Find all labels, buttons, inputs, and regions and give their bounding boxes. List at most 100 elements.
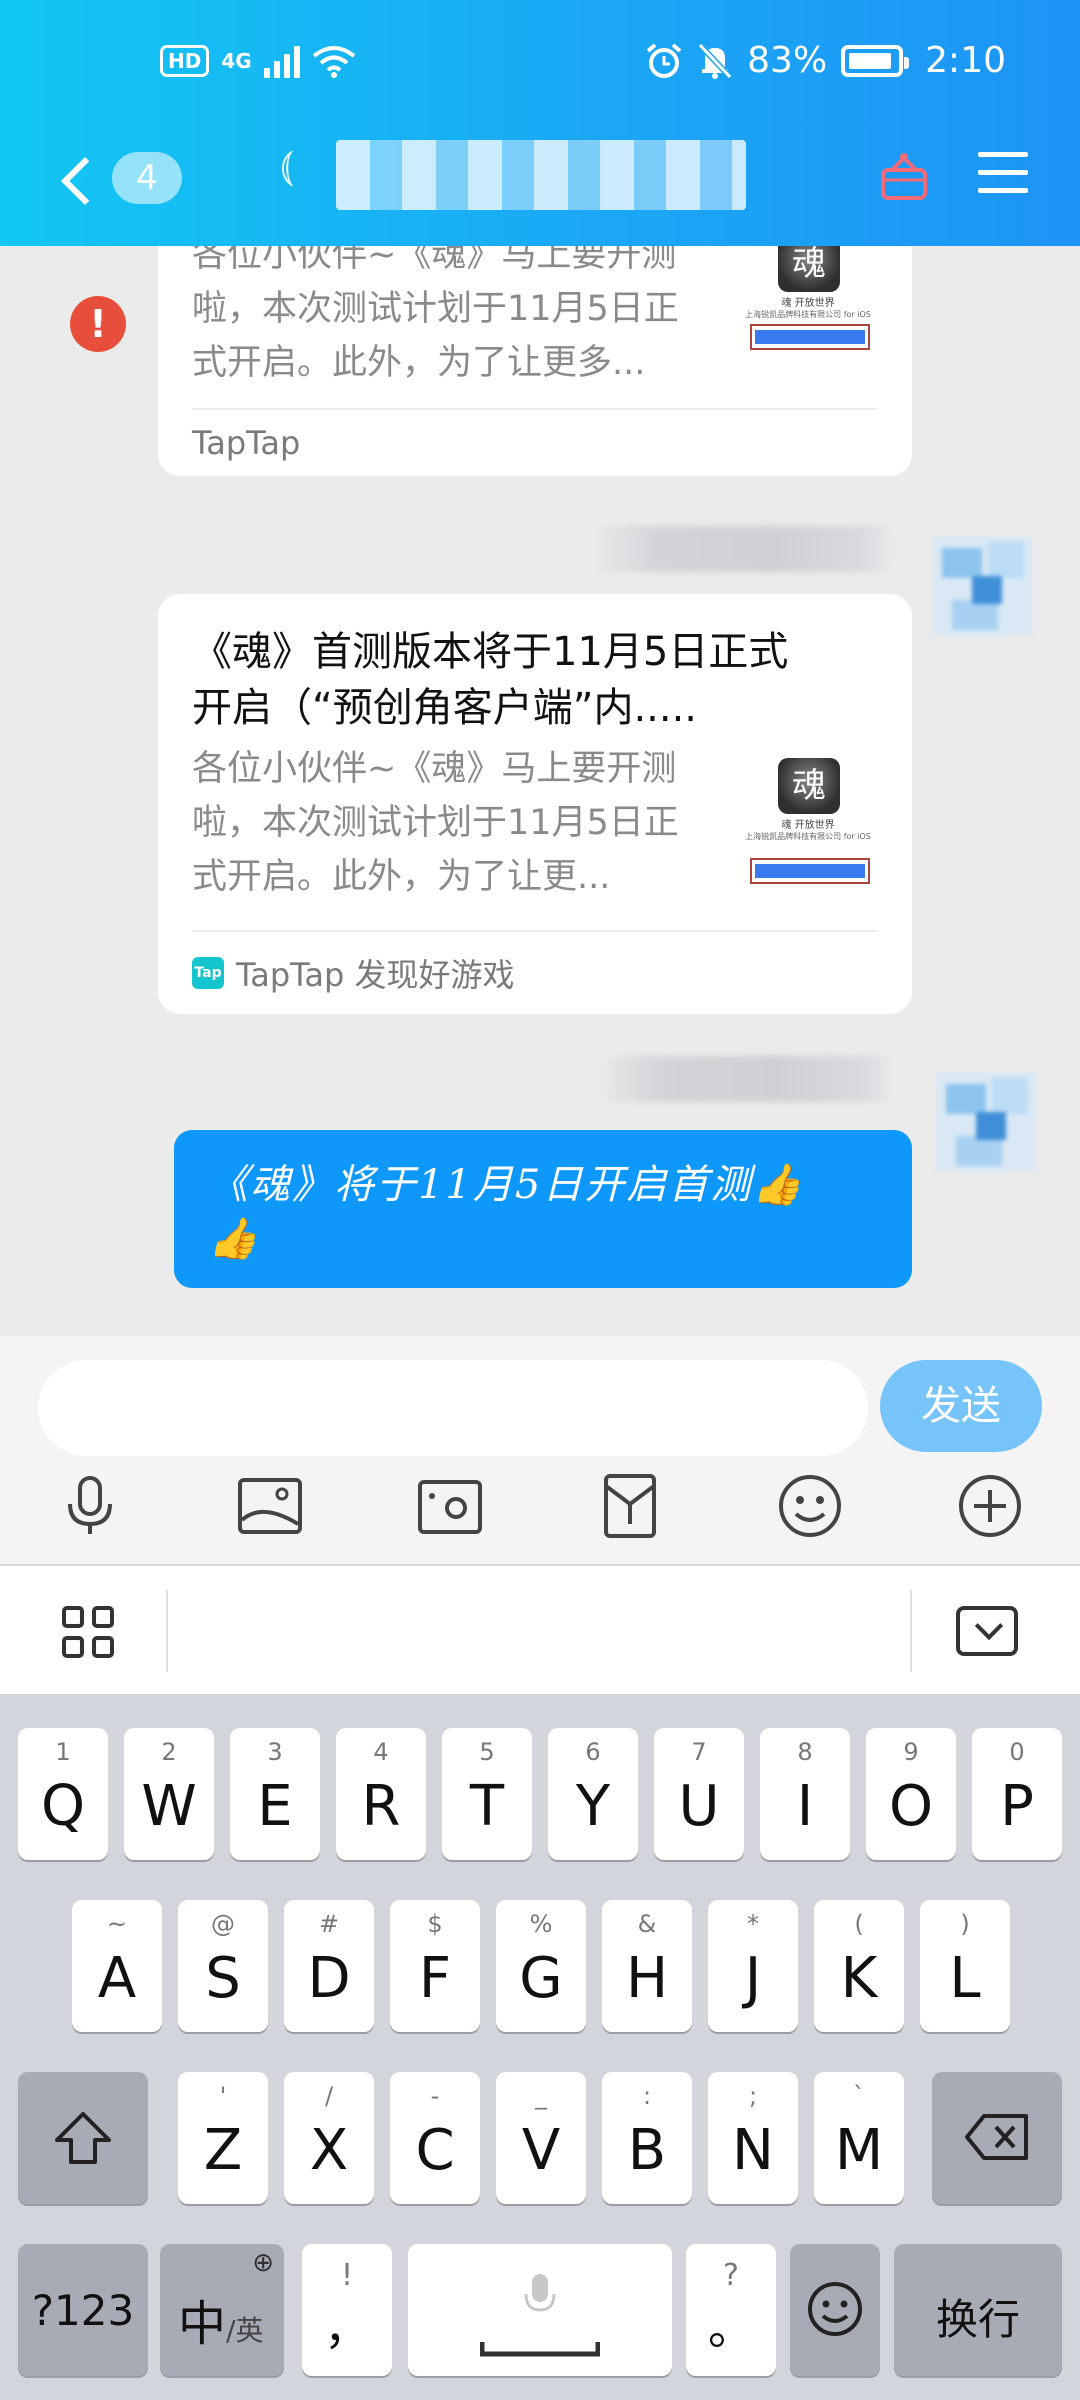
card-source-label: TapTap: [192, 424, 301, 462]
emoji-icon[interactable]: [776, 1472, 844, 1540]
send-failed-icon[interactable]: !: [70, 296, 126, 352]
microphone-icon[interactable]: [56, 1472, 124, 1540]
key-label: W: [141, 1774, 197, 1839]
alarm-icon: [646, 42, 682, 78]
camera-icon[interactable]: [416, 1472, 484, 1540]
key-e[interactable]: 3E: [230, 1728, 320, 1860]
backspace-key[interactable]: [932, 2072, 1062, 2204]
key-f[interactable]: $ F: [390, 1900, 480, 2032]
chat-title[interactable]: [336, 140, 746, 210]
key-label: Q: [40, 1774, 86, 1839]
avatar[interactable]: [932, 536, 1032, 636]
card-thumbnail: 魂 魂 开放世界 上海锐凯品牌科技有限公司 for iOS: [740, 246, 876, 352]
card-desc-line: 式开启。此外，为了让更多...: [192, 343, 646, 383]
key-t[interactable]: 5T: [442, 1728, 532, 1860]
key-sub-label: ': [219, 2082, 227, 2110]
lang-sub: /英: [226, 2314, 264, 2347]
plus-icon[interactable]: [956, 1472, 1024, 1540]
send-button[interactable]: 发送: [880, 1360, 1042, 1452]
my-message-bubble[interactable]: 《魂》将于11月5日开启首测👍 👍: [174, 1130, 912, 1288]
key-y[interactable]: 6Y: [548, 1728, 638, 1860]
key-w[interactable]: 2W: [124, 1728, 214, 1860]
image-icon[interactable]: [236, 1472, 304, 1540]
language-switch-key[interactable]: ⊕ 中/英: [160, 2244, 284, 2376]
game-logo: 魂: [778, 758, 840, 814]
key-n[interactable]: ; N: [708, 2072, 798, 2204]
gift-icon[interactable]: [880, 150, 928, 202]
key-sub-label: 7: [691, 1738, 707, 1766]
period-key[interactable]: ? 。: [686, 2244, 776, 2376]
red-packet-icon[interactable]: [596, 1472, 664, 1540]
key-sub-label: 4: [373, 1738, 389, 1766]
key-label: L: [949, 1946, 981, 2011]
key-label: R: [361, 1774, 401, 1839]
key-g[interactable]: % G: [496, 1900, 586, 2032]
key-z[interactable]: ' Z: [178, 2072, 268, 2204]
mute-bell-icon: [697, 42, 733, 79]
shared-link-card[interactable]: 《魂》首测版本将于11月5日正式 开启（“预创角客户端”内..... 各位小伙伴…: [158, 594, 912, 1014]
key-sub-label: `: [853, 2082, 865, 2110]
comma-key[interactable]: ! ，: [302, 2244, 392, 2376]
menu-icon[interactable]: [978, 152, 1028, 196]
key-sub-label: 5: [479, 1738, 495, 1766]
card-desc-line: 各位小伙伴~《魂》马上要开测: [192, 246, 677, 275]
enter-key[interactable]: 换行: [894, 2244, 1062, 2376]
key-label: ，: [324, 2301, 370, 2355]
key-sub-label: ?: [723, 2258, 739, 2293]
key-u[interactable]: 7U: [654, 1728, 744, 1860]
shift-icon: [55, 2112, 111, 2164]
key-sub-label: ): [960, 1910, 970, 1938]
thumb-title: 魂 开放世界: [781, 298, 835, 309]
key-q[interactable]: 1Q: [18, 1728, 108, 1860]
key-m[interactable]: ` M: [814, 2072, 904, 2204]
unread-count-badge[interactable]: 4: [112, 152, 182, 204]
key-o[interactable]: 9O: [866, 1728, 956, 1860]
key-label: G: [519, 1946, 563, 2011]
key-h[interactable]: & H: [602, 1900, 692, 2032]
shift-key[interactable]: [18, 2072, 148, 2204]
key-sub-label: %: [529, 1910, 553, 1938]
avatar[interactable]: [936, 1072, 1036, 1172]
grid-menu-icon[interactable]: [62, 1606, 118, 1662]
key-a[interactable]: ~ A: [72, 1900, 162, 2032]
key-b[interactable]: :B: [602, 2072, 692, 2204]
message-text: 👍: [208, 1216, 260, 1262]
clock: 2:10: [925, 40, 1006, 81]
chat-history[interactable]: 各位小伙伴~《魂》马上要开测 啦，本次测试计划于11月5日正 式开启。此外，为了…: [0, 246, 1080, 1336]
key-label: I: [796, 1774, 814, 1839]
key-p[interactable]: 0P: [972, 1728, 1062, 1860]
status-bar: HD 4G 83% 2:10: [0, 0, 1080, 138]
numbers-key[interactable]: ?123: [18, 2244, 148, 2376]
key-x[interactable]: / X: [284, 2072, 374, 2204]
chat-header: HD 4G 83% 2:10 4 ⦅: [0, 0, 1080, 246]
card-title-line: 开启（“预创角客户端”内.....: [192, 685, 698, 731]
key-sub-label: @: [211, 1910, 235, 1938]
taptap-icon: Tap: [192, 957, 224, 989]
key-c[interactable]: -C: [390, 2072, 480, 2204]
sender-name: [600, 526, 890, 572]
key-label: Y: [575, 1774, 611, 1839]
back-button[interactable]: [56, 150, 106, 210]
hide-keyboard-icon[interactable]: [956, 1606, 1018, 1656]
message-input[interactable]: [38, 1360, 868, 1456]
key-r[interactable]: 4R: [336, 1728, 426, 1860]
key-l[interactable]: ) L: [920, 1900, 1010, 2032]
key-s[interactable]: @ S: [178, 1900, 268, 2032]
card-title: 《魂》首测版本将于11月5日正式 开启（“预创角客户端”内.....: [192, 624, 882, 736]
key-v[interactable]: _ V: [496, 2072, 586, 2204]
space-key[interactable]: [408, 2244, 672, 2376]
emoji-key[interactable]: [790, 2244, 880, 2376]
key-sub-label: _: [535, 2082, 547, 2110]
card-desc-line: 啦，本次测试计划于11月5日正: [192, 803, 679, 843]
key-label: C: [415, 2118, 455, 2183]
divider: [910, 1590, 912, 1672]
thumb-company: 上海锐凯品牌科技有限公司 for iOS: [745, 310, 871, 319]
key-j[interactable]: * J: [708, 1900, 798, 2032]
key-d[interactable]: # D: [284, 1900, 374, 2032]
shared-link-card[interactable]: 各位小伙伴~《魂》马上要开测 啦，本次测试计划于11月5日正 式开启。此外，为了…: [158, 246, 912, 476]
key-label: K: [840, 1946, 878, 2011]
key-label: D: [307, 1946, 351, 2011]
key-k[interactable]: (K: [814, 1900, 904, 2032]
key-i[interactable]: 8I: [760, 1728, 850, 1860]
key-sub-label: &: [637, 1910, 657, 1938]
